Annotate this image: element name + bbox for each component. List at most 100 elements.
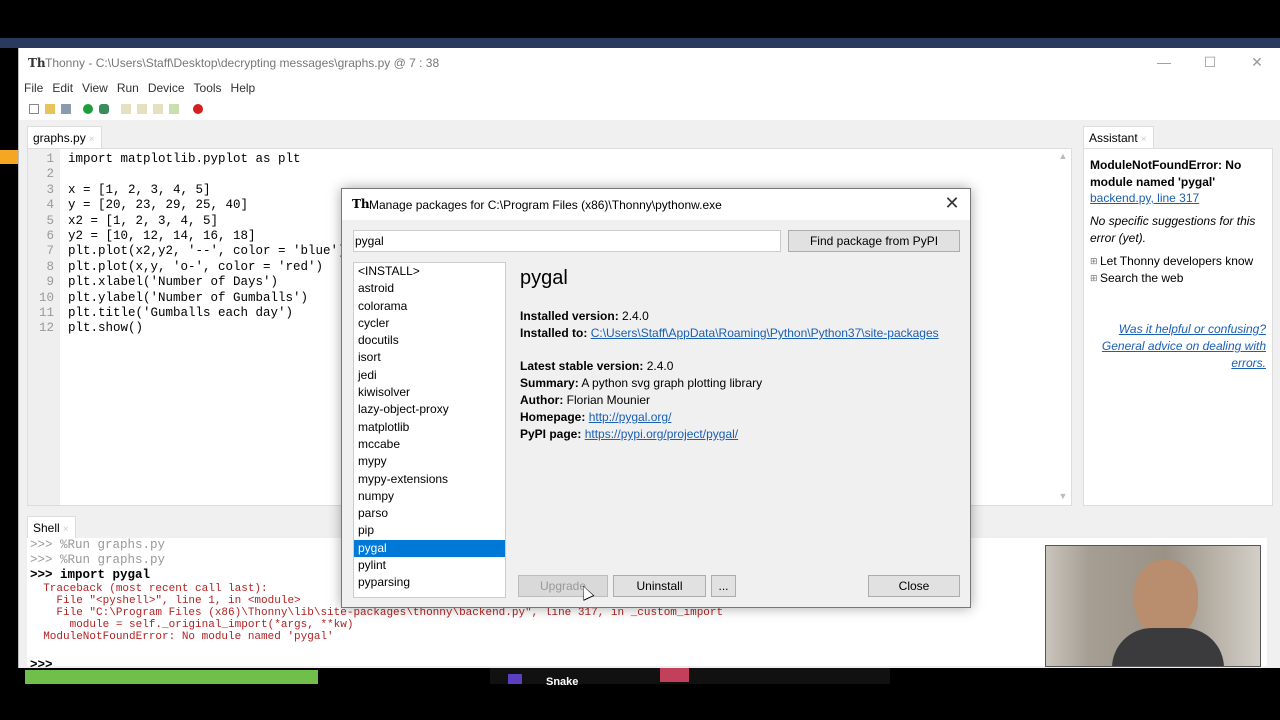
assistant-error-title: ModuleNotFoundError: No module named 'py… [1090,158,1242,189]
package-item-pygal[interactable]: pygal [354,539,505,558]
thonny-logo-icon: Th [28,56,46,70]
code-line: 3 x = [1, 2, 3, 4, 5] [28,183,346,198]
tab-shell[interactable]: Shell × [27,516,76,538]
find-package-button[interactable]: Find package from PyPI [788,230,960,252]
package-item-numpy[interactable]: numpy [354,488,505,505]
minimize-button[interactable]: — [1154,54,1174,70]
package-item-matplotlib[interactable]: matplotlib [354,419,505,436]
background-window-fragment [0,150,18,164]
more-options-button[interactable]: ... [711,575,736,597]
package-list[interactable]: <INSTALL> astroid colorama cycler docutils is… [353,262,506,598]
menu-view[interactable]: View [77,78,112,95]
line-number: 7 [46,244,54,259]
code-line: 6 y2 = [10, 12, 14, 16, 18] [28,229,346,244]
homepage-row: Homepage: http://pygal.org/ [520,410,672,424]
menu-run[interactable]: Run [112,78,143,95]
no-suggestions-text: No specific suggestions for this error (… [1090,214,1256,245]
package-item-kiwisolver[interactable]: kiwisolver [354,384,505,401]
thonny-logo-icon: Th [352,197,370,211]
open-file-icon[interactable] [45,104,55,114]
package-item-mccabe[interactable]: mccabe [354,436,505,453]
search-web-item[interactable]: ⊞ Search the web [1090,270,1266,287]
line-number: 8 [46,259,54,274]
tab-close-icon[interactable]: × [89,134,95,145]
editor-tabs: graphs.py × [27,126,1072,148]
save-file-icon[interactable] [61,104,71,114]
maximize-button[interactable]: ☐ [1200,54,1220,71]
debug-icon[interactable] [99,104,109,114]
window-title: Thonny - C:\Users\Staff\Desktop\decrypti… [45,56,440,70]
line-number: 9 [46,275,54,290]
package-item-lazy-object-proxy[interactable]: lazy-object-proxy [354,401,505,418]
package-item-parso[interactable]: parso [354,505,505,522]
package-item-cycler[interactable]: cycler [354,315,505,332]
stop-icon[interactable] [193,104,203,114]
package-item-jedi[interactable]: jedi [354,367,505,384]
new-file-icon[interactable] [29,104,39,114]
pypi-page-link[interactable]: https://pypi.org/project/pygal/ [585,427,738,441]
uninstall-button[interactable]: Uninstall [613,575,706,597]
close-window-button[interactable]: ✕ [1247,54,1267,71]
package-search-input[interactable] [354,234,780,248]
let-developers-know-item[interactable]: ⊞ Let Thonny developers know [1090,253,1266,270]
manage-packages-dialog: Th Manage packages for C:\Program Files … [341,188,971,608]
close-button[interactable]: Close [868,575,960,597]
help-link-text[interactable]: Was it helpful or confusing? General adv… [1102,322,1266,370]
code-line: 1 import matplotlib.pyplot as plt [28,152,346,167]
package-item-docutils[interactable]: docutils [354,332,505,349]
expand-icon[interactable]: ⊞ [1090,270,1098,287]
package-item-isort[interactable]: isort [354,349,505,366]
step-into-icon[interactable] [137,104,147,114]
line-number: 2 [46,167,54,182]
code-line: 2 [28,167,346,182]
line-number: 4 [46,198,54,213]
dialog-title: Manage packages for C:\Program Files (x8… [369,198,722,212]
error-location-link[interactable]: backend.py, line 317 [1090,191,1199,205]
expand-icon[interactable]: ⊞ [1090,253,1098,270]
code-text: plt.ylabel('Number of Gumballs') [68,290,309,305]
package-item-pylint[interactable]: pylint [354,557,505,574]
desktop-background [0,0,1280,38]
tab-graphs-py[interactable]: graphs.py × [27,126,102,148]
line-number: 6 [46,228,54,243]
upgrade-button[interactable]: Upgrade [518,575,608,597]
package-item-pyparsing[interactable]: pyparsing [354,574,505,591]
tab-assistant[interactable]: Assistant × [1083,126,1154,148]
step-over-icon[interactable] [121,104,131,114]
package-item-mypy-extensions[interactable]: mypy-extensions [354,471,505,488]
resume-icon[interactable] [169,104,179,114]
help-feedback-link[interactable]: Was it helpful or confusing? General adv… [1090,321,1266,372]
menu-tools[interactable]: Tools [189,78,226,95]
menu-file[interactable]: File [19,78,47,95]
run-icon[interactable] [83,104,93,114]
line-number: 3 [46,182,54,197]
code-text: y2 = [10, 12, 14, 16, 18] [68,228,256,243]
window-titlebar: Th Thonny - C:\Users\Staff\Desktop\decry… [19,48,1280,78]
taskbar-app-label: Snake [546,676,579,688]
tab-label: graphs.py [33,131,86,145]
taskbar-app-snake[interactable]: Snake [490,668,890,688]
code-line: 9 plt.xlabel('Number of Days') [28,275,346,290]
code-text: y = [20, 23, 29, 25, 40] [68,198,249,213]
dialog-close-icon[interactable]: ✕ [942,193,962,214]
package-item-mypy[interactable]: mypy [354,453,505,470]
package-item-colorama[interactable]: colorama [354,298,505,315]
homepage-link[interactable]: http://pygal.org/ [589,410,672,424]
background-window-fragment [25,670,318,684]
package-item-install[interactable]: <INSTALL> [354,263,505,280]
package-item-pip[interactable]: pip [354,522,505,539]
installed-to-link[interactable]: C:\Users\Staff\AppData\Roaming\Python\Py… [591,326,939,340]
step-out-icon[interactable] [153,104,163,114]
tab-close-icon[interactable]: × [63,524,69,535]
background-window-bar [0,38,1280,48]
menu-device[interactable]: Device [143,78,189,95]
menu-help[interactable]: Help [226,78,260,95]
package-search-field[interactable] [353,230,781,252]
editor-scrollbar[interactable]: ▲ ▼ [1057,149,1069,505]
tab-close-icon[interactable]: × [1141,134,1147,145]
menu-edit[interactable]: Edit [47,78,77,95]
code-line: 11 plt.title('Gumballs each day') [28,306,346,321]
package-item-astroid[interactable]: astroid [354,280,505,297]
latest-version-row: Latest stable version: 2.4.0 [520,359,674,373]
code-line: 12 plt.show() [28,321,346,336]
